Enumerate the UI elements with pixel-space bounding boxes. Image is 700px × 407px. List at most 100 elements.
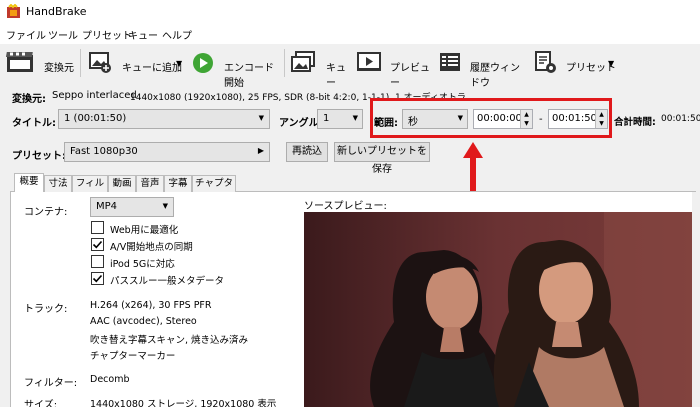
preview-label: プレビュー [390, 63, 430, 89]
queue-images-icon [290, 51, 316, 73]
film-icon [5, 51, 34, 73]
spin-up-icon[interactable]: ▲ [596, 110, 607, 119]
play-icon [192, 52, 214, 74]
menu-bar: ファイル ツール プリセット キュー ヘルプ [0, 24, 700, 44]
ipod-5g-checkbox[interactable] [91, 255, 104, 268]
source-name: Seppo interlaced [52, 90, 137, 101]
spin-up-icon[interactable]: ▲ [521, 110, 532, 119]
activity-window-label: 履歴ウィンドウ [470, 63, 520, 89]
app-logo-icon [6, 3, 21, 19]
container-select-value: MP4 [96, 201, 118, 212]
chevron-down-icon: ▼ [457, 114, 463, 122]
range-dash: - [539, 114, 543, 125]
menu-help[interactable]: ヘルプ [162, 27, 192, 42]
queue-button[interactable]: キュー [288, 47, 350, 89]
container-select[interactable]: MP4 ▼ [90, 197, 174, 217]
chevron-down-icon: ▼ [352, 114, 358, 122]
dropdown-arrow-icon[interactable]: ▼ [608, 59, 614, 68]
presets-button[interactable]: プリセット ▼ [532, 47, 622, 79]
checkmark-icon [92, 274, 103, 283]
checkmark-icon [92, 240, 103, 249]
passthru-metadata-label: パススルー一般メタデータ [110, 276, 225, 287]
tab-dimensions[interactable]: 寸法 [44, 175, 72, 192]
activity-window-button[interactable]: 履歴ウィンドウ [436, 47, 526, 89]
source-preview-image [304, 212, 692, 407]
tab-video[interactable]: 動画 [108, 175, 136, 192]
save-new-preset-button[interactable]: 新しいプリセットを保存 [334, 142, 430, 175]
toolbar-divider [284, 49, 285, 77]
source-button[interactable]: 変換元 [4, 47, 76, 79]
angle-select-value: 1 [323, 113, 330, 124]
web-optimized-label: Web用に最適化 [110, 225, 179, 236]
tab-chapters[interactable]: チャプター [192, 175, 236, 204]
menu-file[interactable]: ファイル [6, 27, 46, 42]
tab-subtitles[interactable]: 字幕 [164, 175, 192, 192]
queue-label: キュー [326, 63, 346, 89]
range-mode-value: 秒 [408, 117, 418, 128]
range-label: 範囲: [374, 118, 398, 129]
duration-value: 00:01:50 [661, 114, 700, 124]
ipod-5g-label: iPod 5Gに対応 [110, 259, 175, 270]
spin-down-icon[interactable]: ▼ [596, 119, 607, 128]
track-item: H.264 (x264), 30 FPS PFR [90, 300, 212, 311]
range-mode-select[interactable]: 秒 ▼ [402, 109, 468, 129]
container-label: コンテナ: [24, 207, 68, 218]
preset-select[interactable]: Fast 1080p30 ▶ [64, 142, 270, 162]
chevron-right-icon: ▶ [257, 146, 264, 155]
toolbar: 変換元 キューに追加 ▼ エンコード開始 キュー プレビュー 履歴ウィンドウ プ… [0, 44, 700, 89]
range-start-spinner[interactable]: ▲ ▼ [520, 110, 532, 128]
activity-log-icon [438, 51, 462, 73]
start-encode-button[interactable]: エンコード開始 [190, 47, 282, 89]
range-end-spinner[interactable]: ▲ ▼ [595, 110, 607, 128]
range-end-input[interactable]: 00:01:50 ▲ ▼ [548, 109, 608, 129]
spin-down-icon[interactable]: ▼ [521, 119, 532, 128]
track-item: 吹き替え字幕スキャン, 焼き込み済み [90, 335, 249, 346]
tab-audio[interactable]: 音声 [136, 175, 164, 192]
chevron-down-icon: ▼ [258, 114, 264, 122]
tab-filters[interactable]: フィルタ [72, 175, 108, 204]
red-arrow-icon [461, 140, 485, 198]
preset-label: プリセット: [12, 151, 66, 162]
duration-label: 合計時間: [614, 117, 656, 128]
tab-summary[interactable]: 概要 [14, 173, 44, 192]
size-label: サイズ: [24, 400, 58, 407]
preset-select-value: Fast 1080p30 [70, 146, 138, 157]
menu-presets[interactable]: プリセット [82, 27, 132, 42]
av-align-checkbox[interactable] [91, 238, 104, 251]
track-item: チャプターマーカー [90, 351, 176, 362]
title-select-value: 1 (00:01:50) [64, 113, 127, 124]
toolbar-divider [80, 49, 81, 77]
tracks-label: トラック: [24, 304, 68, 315]
range-start-value: 00:00:00 [477, 113, 522, 124]
vertical-scrollbar[interactable] [692, 192, 700, 407]
source-info-label: 変換元: [12, 94, 46, 105]
title-bar: HandBrake [0, 0, 700, 24]
filters-value: Decomb [90, 374, 130, 385]
source-preview-label: ソースプレビュー: [304, 201, 387, 212]
start-encode-label: エンコード開始 [224, 63, 274, 89]
source-label: 変換元 [44, 63, 74, 74]
add-to-queue-label: キューに追加 [122, 63, 182, 74]
reload-preset-button[interactable]: 再読込 [286, 142, 328, 162]
window-title: HandBrake [26, 5, 87, 18]
title-label: タイトル: [12, 118, 56, 129]
title-select[interactable]: 1 (00:01:50) ▼ [58, 109, 270, 129]
preset-settings-icon [534, 51, 558, 75]
add-to-queue-button[interactable]: キューに追加 ▼ [86, 47, 186, 79]
av-align-label: A/V開始地点の同期 [110, 242, 193, 253]
range-start-input[interactable]: 00:00:00 ▲ ▼ [473, 109, 533, 129]
range-end-value: 00:01:50 [552, 113, 597, 124]
dropdown-arrow-icon[interactable]: ▼ [176, 59, 182, 68]
track-item: AAC (avcodec), Stereo [90, 316, 197, 327]
web-optimized-checkbox[interactable] [91, 221, 104, 234]
size-value: 1440x1080 ストレージ, 1920x1080 表示 [90, 399, 277, 407]
menu-tools[interactable]: ツール [48, 27, 78, 42]
preview-player-icon [356, 51, 382, 73]
preview-button[interactable]: プレビュー [354, 47, 432, 89]
angle-select[interactable]: 1 ▼ [317, 109, 363, 129]
filters-label: フィルター: [24, 378, 78, 389]
menu-queue[interactable]: キュー [128, 27, 158, 42]
passthru-metadata-checkbox[interactable] [91, 272, 104, 285]
chevron-down-icon: ▼ [162, 202, 168, 210]
add-image-icon [88, 51, 112, 73]
